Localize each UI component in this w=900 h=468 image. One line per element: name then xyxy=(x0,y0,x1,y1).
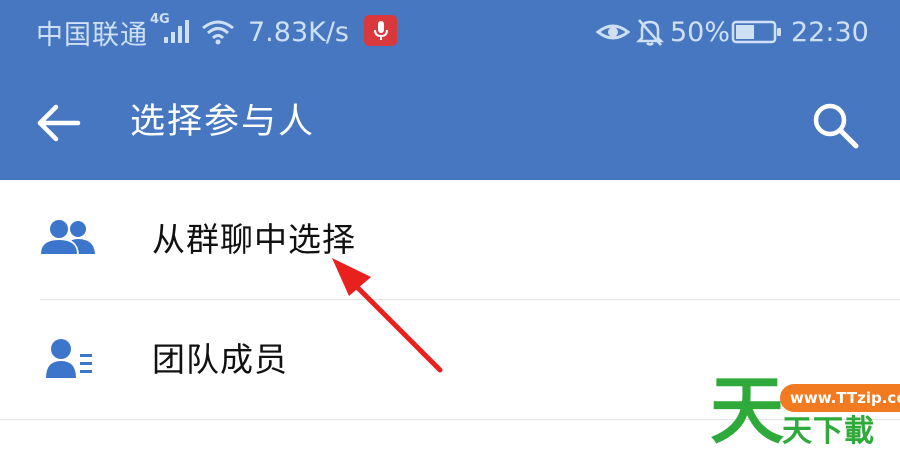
clock: 22:30 xyxy=(791,16,869,48)
battery-percent: 50% xyxy=(670,16,731,48)
watermark-text: 天下載 xyxy=(782,414,875,449)
watermark-big-char: 天 xyxy=(710,368,784,454)
watermark-url: www.TTzip.com xyxy=(780,384,900,412)
group-icon xyxy=(39,218,95,256)
status-bar: 中国联通 4G 7.83K/s 50% 22:30 xyxy=(0,0,900,64)
list-item-label: 团队成员 xyxy=(152,340,288,379)
wifi-icon xyxy=(200,0,236,64)
back-button[interactable] xyxy=(34,98,84,148)
list-item-group-chat[interactable]: 从群聊中选择 xyxy=(0,180,900,298)
contact-list-icon xyxy=(46,339,92,378)
search-button[interactable] xyxy=(808,98,864,154)
signal-icon xyxy=(162,0,192,64)
battery-level-fill xyxy=(736,25,754,39)
microphone-icon xyxy=(364,15,397,46)
page-title: 选择参与人 xyxy=(130,102,316,142)
bell-muted-icon xyxy=(636,0,664,64)
app-bar: 选择参与人 xyxy=(0,64,900,180)
eye-icon xyxy=(596,0,630,64)
list-item-label: 从群聊中选择 xyxy=(152,220,356,259)
battery-icon xyxy=(731,0,783,64)
watermark-logo: 天 www.TTzip.com 天下載 xyxy=(706,370,900,452)
search-icon xyxy=(813,103,859,149)
network-speed: 7.83K/s xyxy=(248,16,349,48)
arrow-left-icon xyxy=(37,104,81,142)
carrier-name: 中国联通 xyxy=(36,19,148,51)
